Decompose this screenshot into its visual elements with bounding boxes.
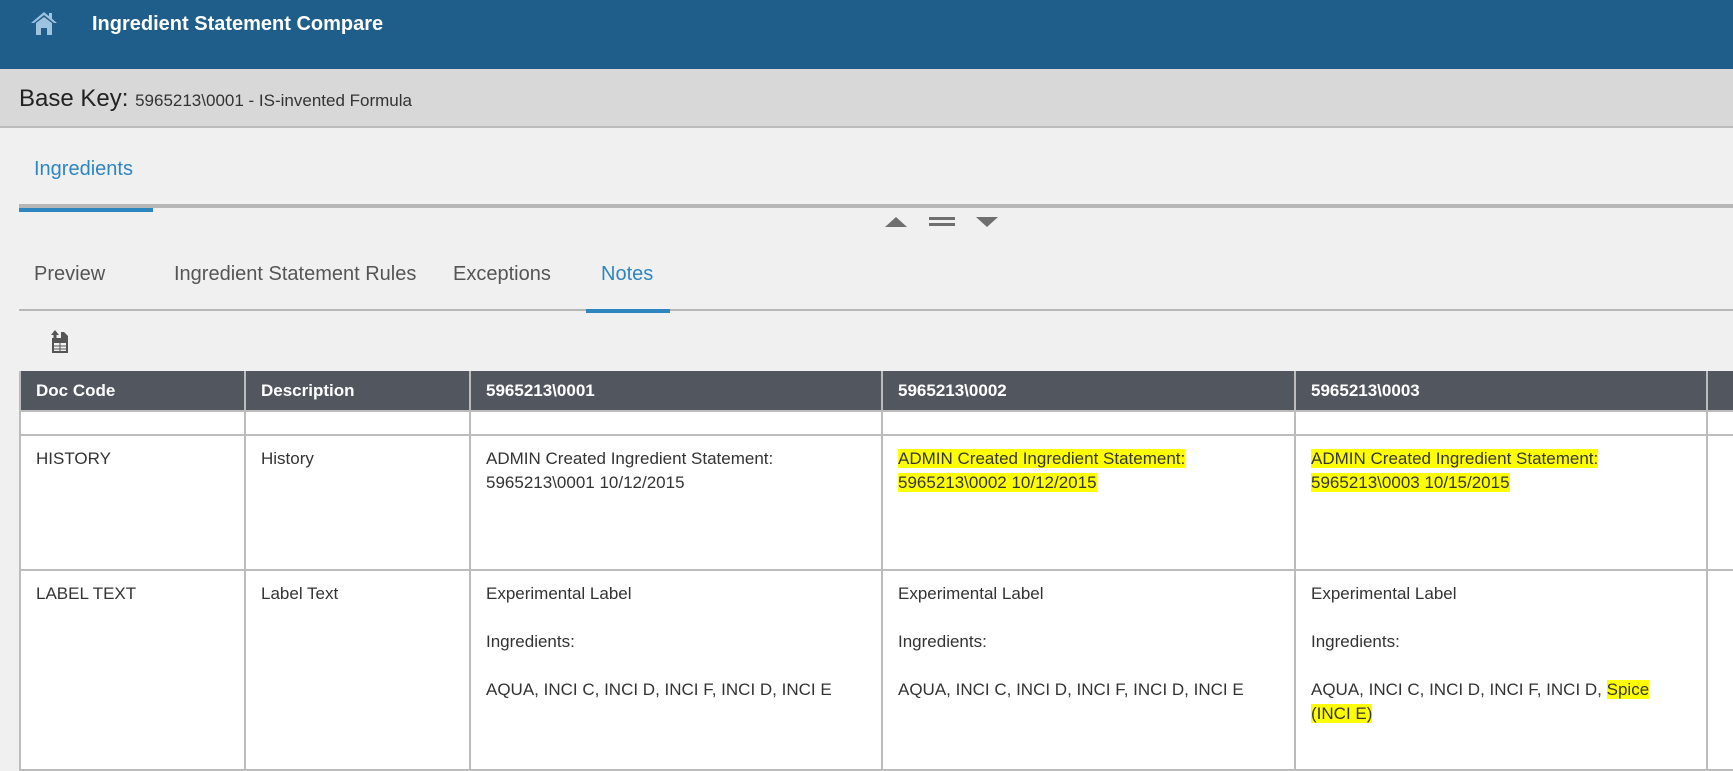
ingredients-list-text: AQUA, INCI C, INCI D, INCI F, INCI D, xyxy=(1311,680,1607,699)
tab-preview-label: Preview xyxy=(34,263,106,285)
column-header-version-3[interactable]: 5965213\0003 xyxy=(1294,371,1708,411)
app-title: Ingredient Statement Compare xyxy=(92,13,384,35)
diff-highlight: ADMIN Created Ingredient Statement: xyxy=(898,449,1186,468)
header-spacer xyxy=(19,410,1733,436)
ingredients-list: AQUA, INCI C, INCI D, INCI F, INCI D, Sp… xyxy=(1311,678,1691,726)
cell-doc-code: HISTORY xyxy=(19,434,246,571)
tab-ingredients[interactable]: Ingredients xyxy=(19,128,153,212)
tab-notes[interactable]: Notes xyxy=(586,240,670,313)
tab-preview[interactable]: Preview xyxy=(19,240,126,311)
triangle-up-icon[interactable] xyxy=(885,217,907,227)
ingredients-label: Ingredients: xyxy=(486,632,575,651)
cell-version-3: Experimental Label Ingredients: AQUA, IN… xyxy=(1294,569,1708,771)
tab-exceptions[interactable]: Exceptions xyxy=(438,240,575,311)
table-row[interactable]: LABEL TEXT Label Text Experimental Label… xyxy=(19,569,1733,771)
active-tab-indicator xyxy=(19,208,153,212)
ingredients-label: Ingredients: xyxy=(898,632,987,651)
base-key-bar: Base Key: 5965213\0001 - IS-invented For… xyxy=(0,69,1733,128)
diff-highlight: ADMIN Created Ingredient Statement: xyxy=(1311,449,1599,468)
column-header-version-2[interactable]: 5965213\0002 xyxy=(881,371,1296,411)
cell-version-3: ADMIN Created Ingredient Statement: 5965… xyxy=(1294,434,1708,571)
cell-text: ADMIN Created Ingredient Statement: xyxy=(486,449,774,468)
cell-extra xyxy=(1706,434,1733,571)
label-title: Experimental Label xyxy=(898,584,1044,603)
cell-version-1: Experimental Label Ingredients: AQUA, IN… xyxy=(469,569,883,771)
sub-tab-bar: Preview Ingredient Statement Rules Excep… xyxy=(19,240,1733,313)
column-header-description[interactable]: Description xyxy=(244,371,471,411)
cell-description: Label Text xyxy=(244,569,471,771)
table-header-row: Doc Code Description 5965213\0001 596521… xyxy=(19,371,1733,411)
tab-ingredient-statement-rules[interactable]: Ingredient Statement Rules xyxy=(159,240,449,311)
column-header-extra xyxy=(1706,371,1733,411)
cell-version-2: Experimental Label Ingredients: AQUA, IN… xyxy=(881,569,1296,771)
column-header-doc-code[interactable]: Doc Code xyxy=(19,371,246,411)
column-header-version-1[interactable]: 5965213\0001 xyxy=(469,371,883,411)
diff-highlight: 5965213\0002 10/12/2015 xyxy=(898,473,1097,492)
compare-table: Doc Code Description 5965213\0001 596521… xyxy=(19,371,1733,771)
cell-description: History xyxy=(244,434,471,571)
ingredients-list: AQUA, INCI C, INCI D, INCI F, INCI D, IN… xyxy=(486,680,832,699)
table-row[interactable]: HISTORY History ADMIN Created Ingredient… xyxy=(19,434,1733,571)
equals-handle-icon[interactable] xyxy=(929,217,955,226)
label-title: Experimental Label xyxy=(1311,584,1457,603)
tab-ingredient-statement-rules-label: Ingredient Statement Rules xyxy=(174,263,417,285)
home-icon[interactable] xyxy=(30,10,58,36)
base-key: Base Key: 5965213\0001 - IS-invented For… xyxy=(19,85,412,113)
triangle-down-icon[interactable] xyxy=(976,217,998,227)
cell-doc-code: LABEL TEXT xyxy=(19,569,246,771)
diff-highlight: 5965213\0003 10/15/2015 xyxy=(1311,473,1510,492)
base-key-label: Base Key: xyxy=(19,85,129,112)
cell-text: 5965213\0001 10/12/2015 xyxy=(486,473,685,492)
cell-version-1: ADMIN Created Ingredient Statement: 5965… xyxy=(469,434,883,571)
active-subtab-indicator xyxy=(586,309,670,313)
tab-exceptions-label: Exceptions xyxy=(453,263,551,285)
app-header: Ingredient Statement Compare xyxy=(0,0,1733,69)
cell-version-2: ADMIN Created Ingredient Statement: 5965… xyxy=(881,434,1296,571)
tab-ingredients-label: Ingredients xyxy=(34,158,133,180)
label-title: Experimental Label xyxy=(486,584,632,603)
base-key-value: 5965213\0001 - IS-invented Formula xyxy=(135,91,412,110)
cell-extra xyxy=(1706,569,1733,771)
ingredients-list: AQUA, INCI C, INCI D, INCI F, INCI D, IN… xyxy=(898,680,1244,699)
panel-splitter xyxy=(885,213,1005,231)
main-tab-bar: Ingredients xyxy=(19,128,1733,212)
export-spreadsheet-icon[interactable] xyxy=(50,330,70,354)
ingredients-label: Ingredients: xyxy=(1311,632,1400,651)
tab-notes-label: Notes xyxy=(601,263,654,285)
